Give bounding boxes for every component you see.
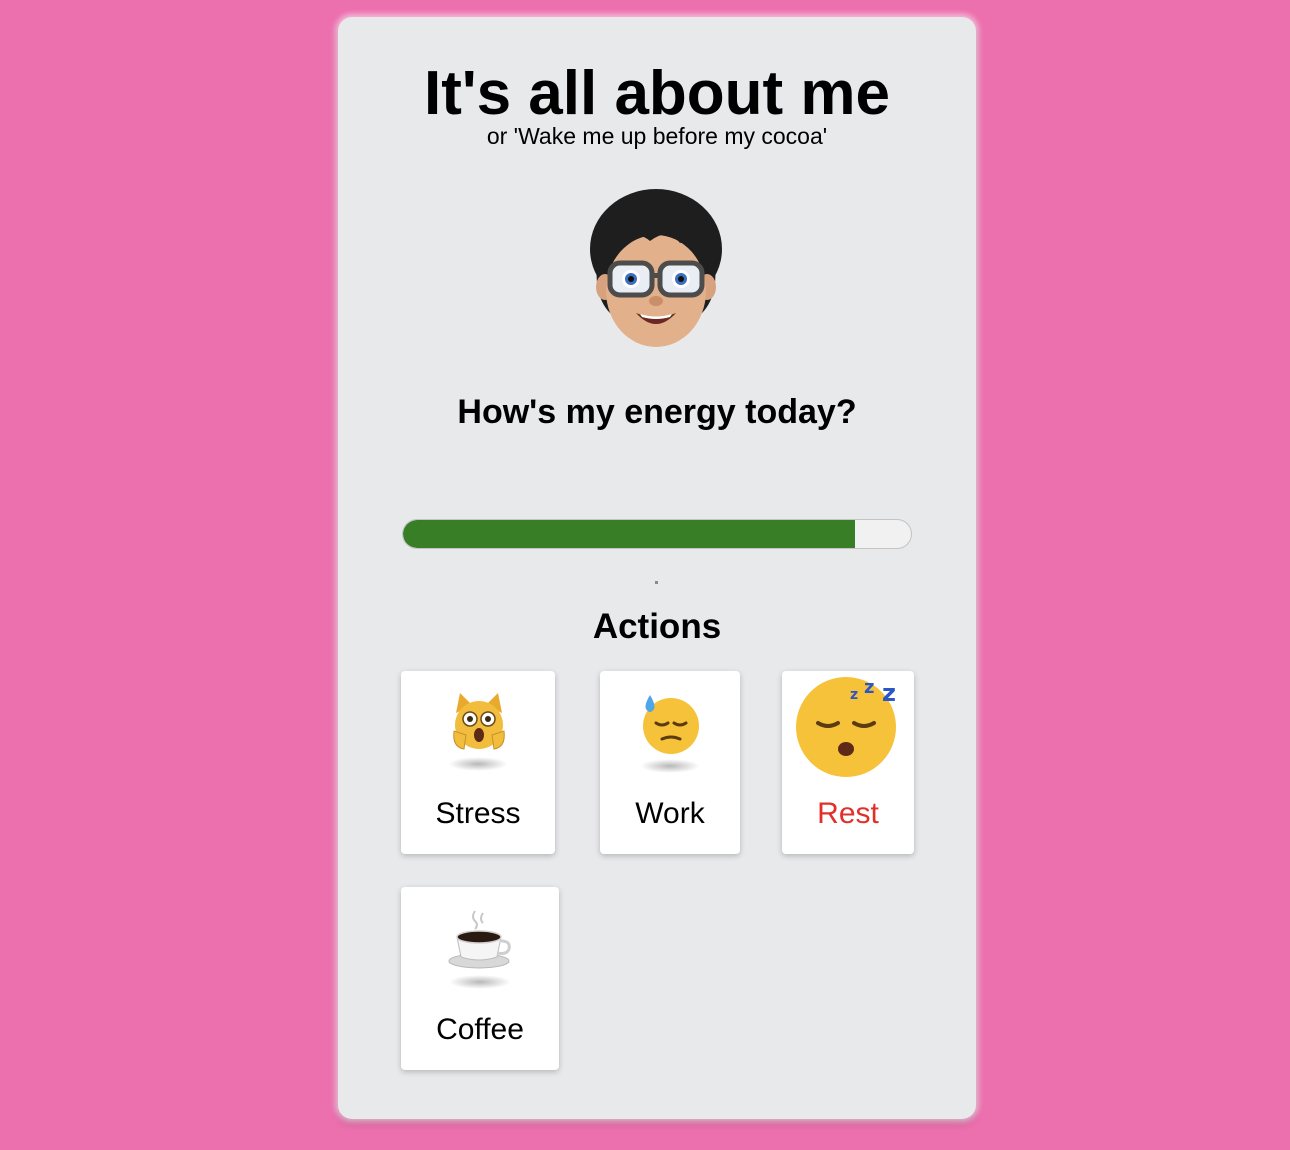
action-rest-label: Rest <box>817 797 879 830</box>
downcast-sweat-face-icon <box>643 695 699 754</box>
action-work-button[interactable]: Work <box>600 671 740 854</box>
svg-text:z: z <box>864 677 874 698</box>
sleeping-face-icon: z z z <box>796 677 896 777</box>
energy-progress-fill <box>403 520 856 548</box>
svg-text:z: z <box>850 687 858 703</box>
page-subtitle: or 'Wake me up before my cocoa' <box>486 123 828 149</box>
actions-heading: Actions <box>592 607 722 646</box>
action-work-label: Work <box>635 797 705 830</box>
action-rest-button[interactable]: z z z Rest <box>782 671 914 854</box>
cursor-mark <box>655 581 658 584</box>
action-stress-label: Stress <box>435 797 521 830</box>
hot-beverage-icon <box>448 910 511 969</box>
svg-text:z: z <box>882 679 896 707</box>
energy-progress-bar <box>402 519 912 549</box>
weary-cat-icon <box>453 693 505 750</box>
memoji-avatar-icon <box>590 189 722 347</box>
action-coffee-button[interactable]: Coffee <box>401 887 559 1070</box>
profile-card: It's all about me or 'Wake me up before … <box>338 17 976 1119</box>
page-title: It's all about me <box>423 59 891 128</box>
action-stress-button[interactable]: Stress <box>401 671 555 854</box>
action-coffee-label: Coffee <box>436 1013 524 1046</box>
energy-question: How's my energy today? <box>457 393 857 431</box>
